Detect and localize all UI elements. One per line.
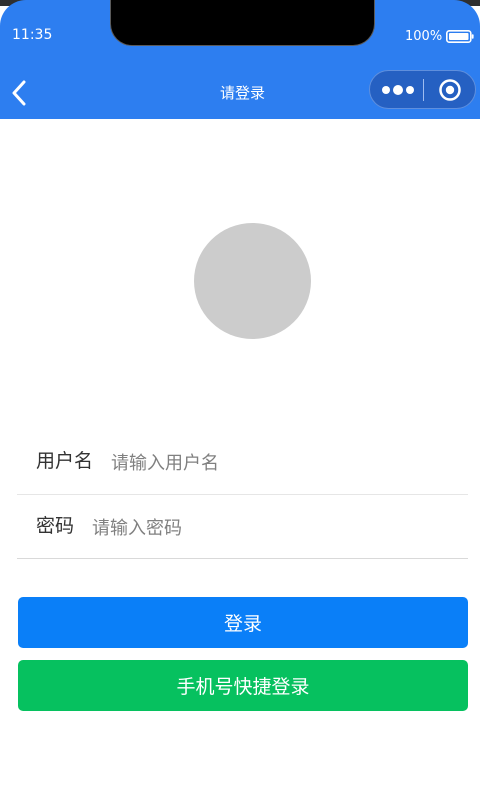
login-button[interactable]: 登录 — [18, 597, 468, 648]
more-dots-icon — [382, 85, 414, 95]
username-row: 用户名 — [17, 431, 468, 495]
capsule-divider — [423, 79, 424, 101]
chevron-left-icon — [12, 80, 26, 106]
phone-login-button[interactable]: 手机号快捷登录 — [18, 660, 468, 711]
mini-program-capsule — [369, 70, 476, 109]
avatar-placeholder — [194, 223, 311, 339]
back-button[interactable] — [4, 76, 34, 110]
status-time: 11:35 — [12, 27, 53, 43]
password-input[interactable] — [92, 513, 452, 543]
username-label: 用户名 — [36, 450, 94, 472]
page-title: 请登录 — [219, 84, 265, 102]
navigation-header: 11:35 100% 请登录 — [0, 0, 480, 119]
battery-icon — [446, 30, 474, 43]
battery-percentage: 100% — [405, 29, 443, 44]
password-row: 密码 — [17, 495, 468, 559]
password-label: 密码 — [36, 515, 75, 537]
device-notch — [110, 0, 375, 46]
username-input[interactable] — [111, 448, 451, 478]
close-mini-program-button[interactable] — [428, 75, 472, 105]
more-options-button[interactable] — [374, 75, 422, 105]
mini-program-page: 11:35 100% 请登录 用户名 请输入用户名 密码 登录 手机号快捷登录 — [0, 0, 480, 791]
target-icon — [439, 79, 461, 101]
